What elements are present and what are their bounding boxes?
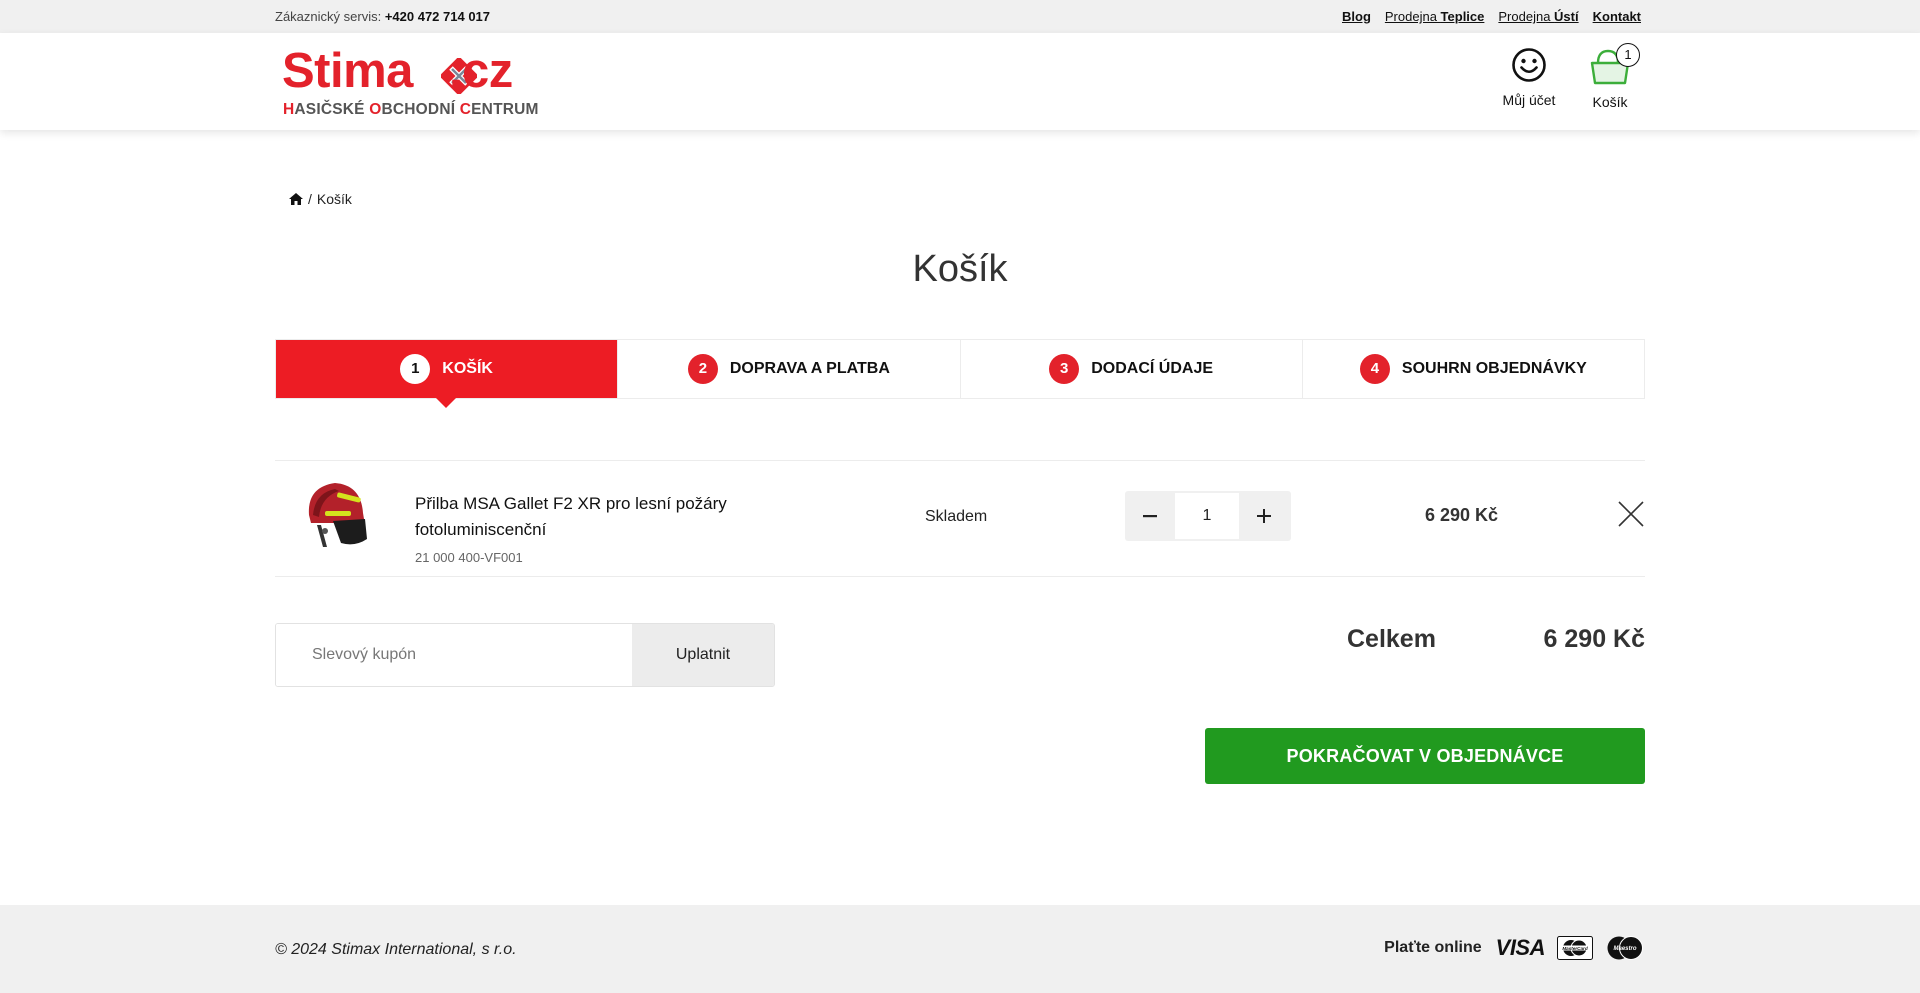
item-price: 6 290 Kč [1425, 505, 1499, 525]
step-shipping-payment[interactable]: 2 DOPRAVA A PLATBA [617, 340, 959, 398]
mastercard-text: MasterCard [1562, 946, 1587, 951]
total-label: Celkem [1347, 625, 1436, 653]
tag-word: ENTRUM [471, 101, 539, 118]
smiley-icon [1512, 48, 1546, 82]
step-label: KOŠÍK [442, 360, 493, 377]
maestro-icon: Maestro [1607, 936, 1643, 960]
mastercard-icon: MasterCard [1557, 936, 1593, 960]
link-blog-label: Blog [1342, 9, 1371, 24]
increase-quantity-button[interactable] [1239, 491, 1289, 541]
tag-word: BCHODNÍ [381, 101, 460, 118]
top-strip: Zákaznický servis: +420 472 714 017 Blog… [0, 0, 1920, 33]
link-blog[interactable]: Blog [1342, 9, 1371, 24]
step-label: DODACÍ ÚDAJE [1091, 360, 1214, 377]
top-links: Blog Prodejna Teplice Prodejna Ústí Kont… [1342, 9, 1641, 24]
step-number: 4 [1359, 354, 1390, 384]
link-store-teplice[interactable]: Prodejna Teplice [1385, 9, 1485, 24]
site-footer: © 2024 Stimax International, s r.o. Plať… [0, 905, 1920, 993]
site-header: Stima .cz HASIČSKÉ OBCHODNÍ CENTRUM Můj ú… [0, 33, 1920, 130]
apply-coupon-button[interactable]: Uplatnit [632, 624, 774, 686]
link-store-usti[interactable]: Prodejna Ústí [1498, 9, 1578, 24]
remove-item-icon[interactable] [1618, 501, 1644, 527]
step-delivery-details[interactable]: 3 DODACÍ ÚDAJE [959, 340, 1302, 398]
checkout-steps: 1 KOŠÍK 2 DOPRAVA A PLATBA 3 DODACÍ ÚDAJ… [275, 339, 1645, 408]
tag-letter: O [369, 101, 382, 118]
link-usti-pre: Prodejna [1498, 9, 1555, 24]
tag-letter: C [459, 101, 472, 118]
minus-icon [1143, 515, 1157, 518]
quantity-input[interactable]: 1 [1175, 493, 1239, 539]
page-title: Košík [912, 248, 1008, 290]
step-number: 1 [400, 354, 431, 384]
plus-icon [1257, 509, 1271, 523]
account-label: Můj účet [1502, 92, 1556, 108]
availability-status: Skladem [925, 508, 988, 525]
order-total: Celkem 6 290 Kč [1347, 625, 1645, 654]
breadcrumb: / Košík [289, 191, 352, 207]
step-label: DOPRAVA A PLATBA [729, 360, 890, 377]
customer-service: Zákaznický servis: +420 472 714 017 [275, 9, 490, 24]
account-link[interactable]: Můj účet [1496, 47, 1562, 108]
link-teplice-pre: Prodejna [1384, 9, 1441, 24]
quantity-stepper: 1 [1125, 491, 1291, 541]
cart-link[interactable]: 1 Košík [1582, 43, 1640, 110]
total-value: 6 290 Kč [1543, 625, 1645, 653]
link-teplice-label: Teplice [1440, 9, 1485, 24]
product-name[interactable]: Přilba MSA Gallet F2 XR pro lesní požáry… [415, 491, 795, 543]
cart-count-badge: 1 [1616, 43, 1640, 67]
cart-item-row: Přilba MSA Gallet F2 XR pro lesní požáry… [275, 460, 1645, 577]
coupon-form: Uplatnit [275, 623, 775, 687]
logo-tagline: HASIČSKÉ OBCHODNÍ CENTRUM [283, 101, 539, 119]
continue-order-button[interactable]: POKRAČOVAT V OBJEDNÁVCE [1205, 728, 1645, 784]
breadcrumb-current: Košík [316, 191, 352, 207]
product-image[interactable] [295, 473, 375, 553]
breadcrumb-separator: / [308, 191, 312, 207]
home-icon[interactable] [289, 193, 303, 205]
step-cart[interactable]: 1 KOŠÍK [276, 340, 618, 408]
step-number: 3 [1049, 354, 1080, 384]
pay-online-label: Plaťte online [1384, 939, 1482, 956]
link-contact-label: Kontakt [1592, 9, 1641, 24]
decrease-quantity-button[interactable] [1125, 491, 1175, 541]
step-number: 2 [687, 354, 718, 384]
logo-wordmark: Stima .cz [282, 44, 513, 98]
link-usti-label: Ústí [1554, 9, 1579, 24]
customer-service-label: Zákaznický servis: [275, 9, 382, 24]
cart-label: Košík [1592, 94, 1628, 110]
visa-icon: VISA [1495, 935, 1546, 960]
step-order-summary[interactable]: 4 SOUHRN OBJEDNÁVKY [1301, 340, 1644, 398]
step-label: SOUHRN OBJEDNÁVKY [1401, 360, 1587, 377]
copyright: © 2024 Stimax International, s r.o. [275, 941, 517, 958]
site-logo[interactable]: Stima .cz HASIČSKÉ OBCHODNÍ CENTRUM [282, 47, 542, 119]
link-contact[interactable]: Kontakt [1593, 9, 1641, 24]
tag-word: ASIČSKÉ [294, 101, 370, 118]
customer-service-phone[interactable]: +420 472 714 017 [385, 9, 490, 24]
product-sku: 21 000 400-VF001 [415, 550, 523, 565]
maestro-text: Maestro [1613, 946, 1636, 952]
coupon-input[interactable] [276, 624, 632, 686]
payment-methods: Plaťte online VISA MasterCard Maestro [1384, 935, 1645, 961]
tag-letter: H [283, 101, 295, 118]
